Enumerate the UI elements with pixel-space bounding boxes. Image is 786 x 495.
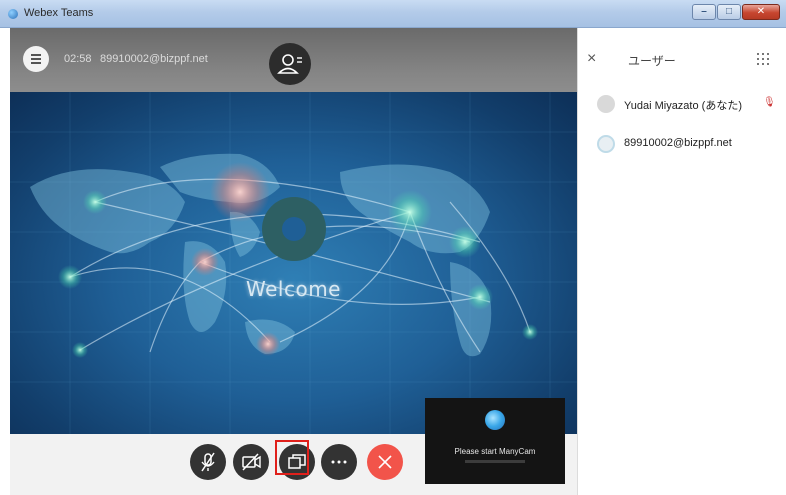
panel-close-button[interactable]: × bbox=[587, 50, 596, 68]
participant-name: 89910002@bizppf.net bbox=[624, 137, 732, 149]
close-window-button[interactable]: ✕ bbox=[742, 4, 780, 20]
participant-name: Yudai Miyazato (あなた) bbox=[624, 100, 742, 112]
minimize-button[interactable]: – bbox=[692, 4, 716, 20]
maximize-icon: □ bbox=[725, 6, 733, 17]
meeting-host-email: 89910002@bizppf.net bbox=[100, 53, 208, 65]
window-controls: – □ ✕ bbox=[691, 4, 780, 20]
menu-icon-line bbox=[31, 58, 41, 60]
window-titlebar: Webex Teams – □ ✕ bbox=[0, 0, 786, 28]
mic-off-icon bbox=[201, 452, 215, 472]
participant-item[interactable]: 89910002@bizppf.net bbox=[597, 134, 777, 154]
self-view-message: Please start ManyCam bbox=[454, 447, 536, 456]
meeting-top-bar: 02:58 89910002@bizppf.net bbox=[10, 28, 577, 92]
camera-off-icon bbox=[242, 453, 261, 471]
end-call-icon bbox=[378, 455, 392, 469]
end-call-button[interactable] bbox=[367, 444, 403, 480]
menu-button[interactable] bbox=[23, 46, 49, 72]
self-view-preview[interactable]: Please start ManyCam bbox=[425, 398, 565, 484]
close-icon: ✕ bbox=[756, 6, 766, 17]
meeting-area: 02:58 89910002@bizppf.net Welcome Please… bbox=[10, 28, 577, 495]
avatar bbox=[597, 135, 615, 153]
meeting-timer: 02:58 bbox=[64, 53, 92, 65]
grid-menu-icon[interactable] bbox=[756, 52, 770, 66]
world-map-image bbox=[10, 92, 577, 434]
maximize-button[interactable]: □ bbox=[717, 4, 741, 20]
share-button-highlight bbox=[275, 440, 309, 475]
participant-item[interactable]: Yudai Miyazato (あなた) 🎙 bbox=[597, 94, 777, 114]
participants-panel: × ユーザー Yudai Miyazato (あなた) 🎙 89910002@b… bbox=[577, 28, 786, 495]
avatar bbox=[597, 95, 615, 113]
more-icon bbox=[331, 460, 347, 464]
mute-button[interactable] bbox=[190, 444, 226, 480]
participants-icon bbox=[277, 54, 302, 74]
more-options-button[interactable] bbox=[321, 444, 357, 480]
participants-button[interactable] bbox=[269, 43, 311, 85]
self-view-subtext-line bbox=[465, 460, 525, 463]
menu-icon-line bbox=[31, 62, 41, 64]
panel-title: ユーザー bbox=[628, 54, 676, 68]
muted-mic-icon: 🎙 bbox=[763, 97, 776, 108]
menu-icon bbox=[31, 54, 41, 56]
stop-video-button[interactable] bbox=[233, 444, 269, 480]
minimize-icon: – bbox=[701, 6, 707, 17]
shared-video-feed: Welcome bbox=[10, 92, 577, 434]
webex-app-icon bbox=[8, 9, 18, 19]
manycam-logo-icon bbox=[485, 410, 505, 430]
window-title: Webex Teams bbox=[24, 7, 94, 19]
welcome-text: Welcome bbox=[246, 277, 341, 301]
